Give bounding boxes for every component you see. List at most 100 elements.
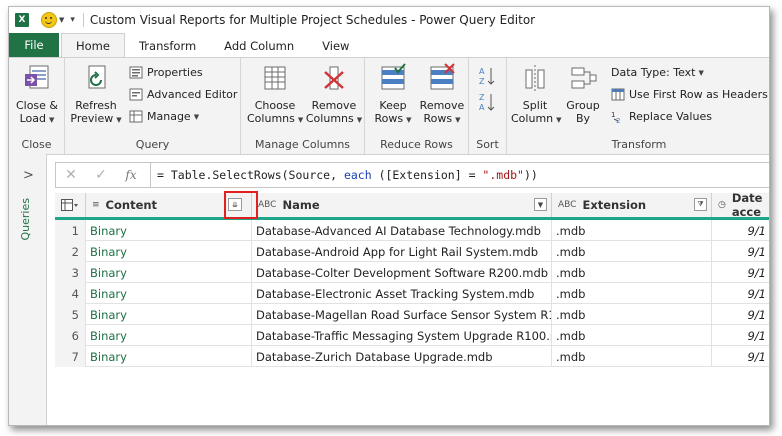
datetime-type-icon[interactable]: ◷ — [718, 200, 726, 210]
table-row[interactable]: 7 Binary Database-Zurich Database Upgrade.… — [55, 346, 769, 367]
group-label-transform: Transform — [611, 138, 667, 151]
keep-rows-button[interactable]: Keep Rows ▼ — [371, 62, 415, 127]
cell-content[interactable]: Binary — [86, 241, 252, 262]
confirm-formula-icon[interactable]: ✓ — [86, 167, 116, 183]
tab-view[interactable]: View — [308, 34, 363, 57]
queries-panel-label[interactable]: Queries — [19, 198, 32, 240]
table-row[interactable]: 6 Binary Database-Traffic Messaging System… — [55, 325, 769, 346]
refresh-preview-button[interactable]: Refresh Preview ▼ — [69, 62, 123, 127]
row-number[interactable]: 3 — [55, 262, 86, 283]
cell-extension[interactable]: .mdb — [552, 241, 712, 262]
text-type-icon[interactable]: ABC — [258, 200, 276, 210]
fx-icon[interactable]: fx — [116, 168, 146, 182]
text-type-icon[interactable]: ABC — [558, 200, 576, 210]
power-query-window: X ▼ ▾ Custom Visual Reports for Multiple… — [8, 6, 770, 426]
column-header-date-accessed[interactable]: ◷ Date acce — [712, 193, 769, 219]
cell-extension[interactable]: .mdb — [552, 346, 712, 367]
advanced-editor-button[interactable]: Advanced Editor — [129, 88, 237, 101]
manage-button[interactable]: Manage ▼ — [129, 110, 199, 123]
cell-content[interactable]: Binary — [86, 220, 252, 241]
close-load-icon — [25, 65, 49, 89]
properties-button[interactable]: Properties — [129, 66, 203, 79]
ribbon-group-sort: AZ ZA Sort — [469, 58, 507, 154]
sort-ascending-button[interactable]: AZ — [479, 66, 495, 86]
row-number[interactable]: 1 — [55, 220, 86, 241]
quick-access-customize-icon[interactable]: ▾ — [70, 15, 75, 25]
row-number[interactable]: 4 — [55, 283, 86, 304]
table-menu-button[interactable] — [55, 193, 86, 217]
cell-date-accessed[interactable]: 9/1 — [712, 346, 769, 367]
cell-content[interactable]: Binary — [86, 283, 252, 304]
remove-rows-label-line2: Rows — [423, 112, 453, 125]
chevron-down-icon[interactable]: ▼ — [59, 16, 64, 24]
table-row[interactable]: 3 Binary Database-Colter Development Softw… — [55, 262, 769, 283]
group-by-button[interactable]: Group By — [563, 62, 603, 125]
remove-rows-button[interactable]: Remove Rows ▼ — [419, 62, 465, 127]
split-column-label-line2: Column — [511, 112, 554, 125]
cell-name[interactable]: Database-Advanced AI Database Technology… — [252, 220, 552, 241]
table-row[interactable]: 4 Binary Database-Electronic Asset Trackin… — [55, 283, 769, 304]
data-type-dropdown[interactable]: Data Type: Text ▼ — [611, 66, 704, 79]
choose-columns-button[interactable]: Choose Columns ▼ — [247, 62, 303, 127]
cell-extension[interactable]: .mdb — [552, 262, 712, 283]
cell-name[interactable]: Database-Magellan Road Surface Sensor Sy… — [252, 304, 552, 325]
cell-extension[interactable]: .mdb — [552, 304, 712, 325]
formula-input[interactable]: = Table.SelectRows(Source, each ([Extens… — [157, 168, 538, 182]
column-header-name[interactable]: ABC Name ▼ — [252, 193, 552, 217]
formula-keyword: each — [343, 168, 372, 182]
table-row[interactable]: 2 Binary Database-Android App for Light Ra… — [55, 241, 769, 262]
cell-name[interactable]: Database-Traffic Messaging System Upgrad… — [252, 325, 552, 346]
remove-columns-button[interactable]: Remove Columns ▼ — [305, 62, 363, 127]
formula-string: ".mdb" — [482, 168, 524, 182]
cell-date-accessed[interactable]: 9/1 — [712, 283, 769, 304]
cell-date-accessed[interactable]: 9/1 — [712, 325, 769, 346]
cell-date-accessed[interactable]: 9/1 — [712, 220, 769, 241]
row-number[interactable]: 6 — [55, 325, 86, 346]
cell-date-accessed[interactable]: 9/1 — [712, 241, 769, 262]
table-headers-icon — [611, 88, 625, 101]
binary-type-icon[interactable]: ≡ — [92, 200, 100, 210]
cell-content[interactable]: Binary — [86, 346, 252, 367]
ribbon-group-query: Refresh Preview ▼ Properties Advanced Edi… — [65, 58, 241, 154]
cell-date-accessed[interactable]: 9/1 — [712, 262, 769, 283]
cancel-formula-icon[interactable]: ✕ — [56, 167, 86, 183]
row-number[interactable]: 5 — [55, 304, 86, 325]
cell-name[interactable]: Database-Zurich Database Upgrade.mdb — [252, 346, 552, 367]
cell-name[interactable]: Database-Colter Development Software R20… — [252, 262, 552, 283]
column-header-extension[interactable]: ABC Extension ⧩ — [552, 193, 712, 217]
tab-transform[interactable]: Transform — [125, 34, 210, 57]
cell-date-accessed[interactable]: 9/1 — [712, 304, 769, 325]
tab-home[interactable]: Home — [61, 33, 125, 57]
cell-extension[interactable]: .mdb — [552, 220, 712, 241]
cell-content[interactable]: Binary — [86, 262, 252, 283]
remove-columns-icon — [324, 66, 344, 90]
cell-content[interactable]: Binary — [86, 304, 252, 325]
sort-descending-button[interactable]: ZA — [479, 92, 495, 112]
excel-app-icon[interactable]: X — [15, 13, 29, 27]
use-first-row-as-headers-button[interactable]: Use First Row as Headers▼ — [611, 88, 769, 101]
row-number[interactable]: 7 — [55, 346, 86, 367]
remove-rows-icon — [430, 63, 455, 90]
tab-add-column[interactable]: Add Column — [210, 34, 308, 57]
table-row[interactable]: 1 Binary Database-Advanced AI Database Tec… — [55, 220, 769, 241]
split-column-button[interactable]: Split Column ▼ — [511, 62, 562, 127]
chevron-right-icon[interactable]: > — [23, 168, 34, 183]
cell-extension[interactable]: .mdb — [552, 283, 712, 304]
filter-dropdown-icon[interactable]: ▼ — [534, 198, 547, 211]
cell-extension[interactable]: .mdb — [552, 325, 712, 346]
replace-values-button[interactable]: 12 Replace Values — [611, 110, 712, 123]
close-and-load-button[interactable]: Close & Load ▼ — [15, 62, 59, 127]
tab-file[interactable]: File — [9, 33, 59, 57]
smiley-feedback-icon[interactable] — [41, 12, 57, 28]
choose-columns-icon — [264, 66, 286, 90]
chevron-down-icon: ▼ — [556, 116, 562, 124]
chevron-down-icon: ▼ — [49, 116, 55, 124]
filter-active-icon[interactable]: ⧩ — [694, 198, 707, 211]
cell-name[interactable]: Database-Electronic Asset Tracking Syste… — [252, 283, 552, 304]
cell-name[interactable]: Database-Android App for Light Rail Syst… — [252, 241, 552, 262]
row-number[interactable]: 2 — [55, 241, 86, 262]
ribbon-tabs: File Home Transform Add Column View — [9, 33, 769, 57]
cell-content[interactable]: Binary — [86, 325, 252, 346]
group-label-reduce-rows: Reduce Rows — [380, 138, 453, 151]
table-row[interactable]: 5 Binary Database-Magellan Road Surface Se… — [55, 304, 769, 325]
